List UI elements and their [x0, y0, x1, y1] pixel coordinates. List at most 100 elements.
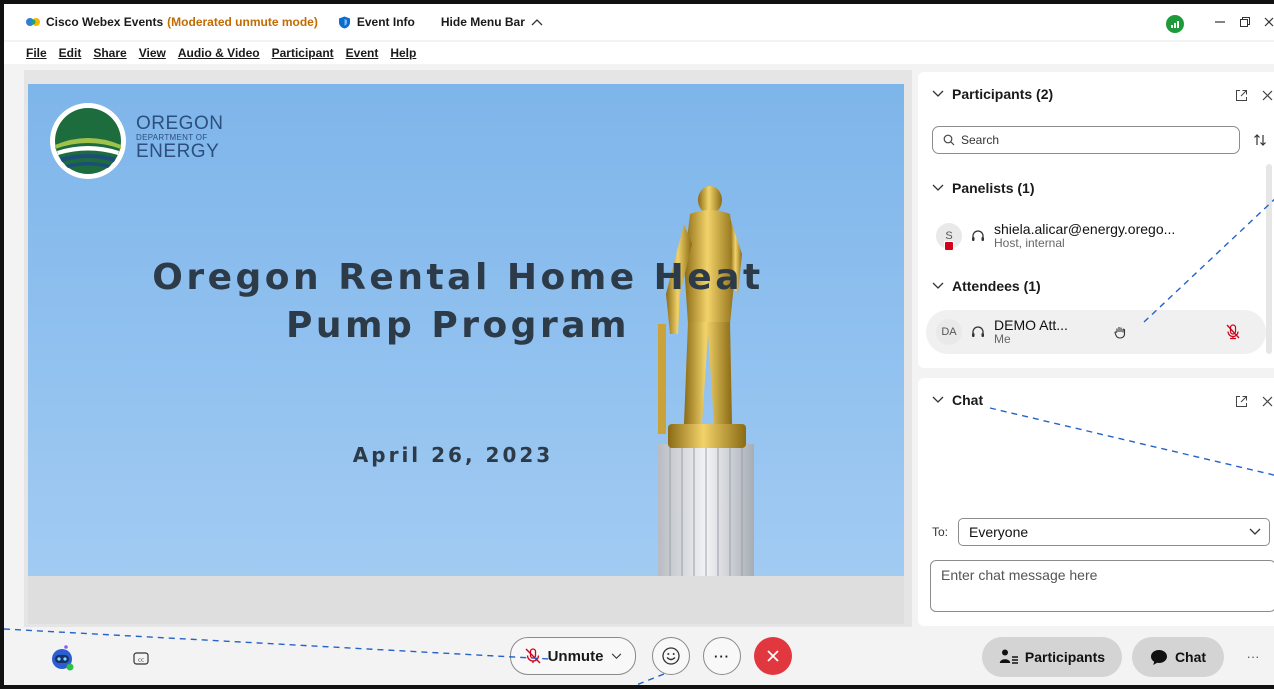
participants-scrollbar[interactable]: [1266, 164, 1272, 354]
participant-role: Host, internal: [994, 236, 1065, 251]
menu-bar: File Edit Share View Audio & Video Parti…: [4, 42, 1274, 64]
recipient-value: Everyone: [969, 524, 1029, 540]
participant-row-panelist[interactable]: S shiela.alicar@energy.orego... Host, in…: [926, 214, 1266, 258]
popout-participants-button[interactable]: [1232, 86, 1250, 104]
closed-captions-icon: cc: [133, 651, 149, 665]
popout-chat-button[interactable]: [1232, 392, 1250, 410]
participants-list-icon: [999, 649, 1018, 664]
title-bar: Cisco Webex Events (Moderated unmute mod…: [4, 4, 1274, 40]
ellipsis-icon: ···: [1246, 648, 1260, 664]
oregon-energy-logo-icon: [50, 103, 126, 179]
chat-panel: Chat To: Everyone Enter chat message her…: [918, 378, 1274, 626]
participants-toggle-label: Participants: [1024, 649, 1106, 665]
close-icon: [1264, 17, 1274, 27]
chat-message-input[interactable]: Enter chat message here: [930, 560, 1274, 612]
ellipsis-icon: ···: [714, 648, 730, 664]
search-placeholder: Search: [961, 133, 1000, 147]
smiley-icon: [662, 647, 680, 665]
participant-name: shiela.alicar@energy.orego...: [994, 221, 1176, 238]
meeting-control-bar: cc Unmute ··· Participants Chat ···: [4, 629, 1274, 685]
chat-title: Chat: [952, 392, 984, 408]
reactions-button[interactable]: [652, 637, 690, 675]
hide-menu-label: Hide Menu Bar: [440, 15, 525, 29]
shared-slide: OREGON DEPARTMENT OF ENERGY Oregon Renta…: [28, 84, 904, 576]
headset-icon: [972, 230, 984, 241]
minimize-icon: [1215, 21, 1225, 23]
logo-wordmark: OREGON DEPARTMENT OF ENERGY: [136, 114, 223, 161]
participants-header[interactable]: Participants (2): [932, 86, 1053, 102]
muted-microphone-icon: [525, 648, 541, 664]
app-title: Cisco Webex Events: [46, 15, 164, 29]
panelists-section-header[interactable]: Panelists (1): [932, 180, 1034, 196]
shield-icon: [338, 16, 350, 28]
menu-help[interactable]: Help: [390, 46, 416, 60]
menu-file[interactable]: File: [26, 46, 47, 60]
webex-logo-icon: [26, 18, 40, 26]
muted-microphone-icon[interactable]: [1226, 324, 1240, 340]
participant-role: Me: [994, 332, 1011, 347]
panelists-heading: Panelists (1): [952, 180, 1035, 196]
menu-share[interactable]: Share: [93, 46, 126, 60]
more-options-button[interactable]: ···: [703, 637, 741, 675]
slide-title-line1: Oregon Rental Home Heat: [152, 257, 764, 298]
chat-recipient-row: To: Everyone: [932, 518, 1271, 546]
menu-participant[interactable]: Participant: [272, 46, 334, 60]
participants-toggle-button[interactable]: Participants: [982, 637, 1122, 677]
svg-text:cc: cc: [138, 657, 144, 663]
slide-title-line2: Pump Program: [285, 305, 631, 346]
to-label: To:: [932, 525, 949, 539]
chevron-up-icon: [531, 19, 543, 26]
raise-hand-icon[interactable]: [1114, 325, 1126, 339]
chat-toggle-label: Chat: [1174, 649, 1207, 665]
chevron-down-icon: [932, 282, 944, 289]
logo-line-energy: ENERGY: [136, 141, 220, 162]
chat-bubble-icon: [1150, 649, 1167, 665]
captions-button[interactable]: cc: [130, 647, 152, 669]
avatar: S: [936, 223, 962, 251]
participants-panel: Participants (2) Search Panelists (1) S: [918, 72, 1274, 368]
close-participants-button[interactable]: [1258, 86, 1274, 104]
close-icon: [1262, 90, 1272, 100]
network-status-icon[interactable]: [1166, 15, 1184, 33]
minimize-button[interactable]: [1210, 12, 1230, 32]
participant-name-block: DEMO Att... Me: [994, 317, 1068, 347]
restore-button[interactable]: [1235, 12, 1255, 32]
menu-event[interactable]: Event: [346, 46, 379, 60]
popout-icon: [1235, 395, 1247, 407]
sort-icon: [1254, 134, 1266, 146]
slide-date: April 26, 2023: [352, 443, 554, 467]
event-info-button[interactable]: Event Info: [338, 15, 415, 29]
avatar: DA: [936, 319, 962, 345]
leave-event-button[interactable]: [754, 637, 792, 675]
logo-line-oregon: OREGON: [136, 113, 224, 134]
chat-toggle-button[interactable]: Chat: [1132, 637, 1224, 677]
headset-icon: [972, 326, 984, 337]
attendees-heading: Attendees (1): [952, 278, 1041, 294]
attendees-section-header[interactable]: Attendees (1): [932, 278, 1041, 294]
presenter-badge-icon: [944, 241, 954, 251]
webex-window: Cisco Webex Events (Moderated unmute mod…: [0, 0, 1274, 689]
webex-assistant-button[interactable]: [48, 643, 78, 673]
avatar-initials: DA: [941, 326, 957, 338]
ai-assistant-icon: [52, 645, 74, 671]
participant-name-block: shiela.alicar@energy.orego... Host, inte…: [994, 221, 1175, 251]
menu-audio-video[interactable]: Audio & Video: [178, 46, 260, 60]
participant-name: DEMO Att...: [994, 317, 1068, 334]
hide-menu-bar-button[interactable]: Hide Menu Bar: [441, 15, 543, 29]
menu-view[interactable]: View: [139, 46, 166, 60]
close-window-button[interactable]: [1260, 12, 1274, 32]
close-icon: [1262, 396, 1272, 406]
menu-edit[interactable]: Edit: [59, 46, 82, 60]
panel-options-button[interactable]: ···: [1240, 643, 1266, 669]
participant-row-attendee[interactable]: DA DEMO Att... Me: [926, 310, 1266, 354]
chevron-down-icon: [932, 396, 944, 403]
golden-pioneer-statue: [658, 186, 754, 576]
sort-participants-button[interactable]: [1250, 130, 1270, 150]
close-chat-button[interactable]: [1258, 392, 1274, 410]
close-icon: [767, 650, 779, 662]
chat-header[interactable]: Chat: [932, 392, 983, 408]
participant-search-input[interactable]: Search: [932, 126, 1240, 154]
event-info-label: Event Info: [356, 15, 415, 29]
chat-recipient-select[interactable]: Everyone: [958, 518, 1271, 546]
unmute-button[interactable]: Unmute: [510, 637, 636, 675]
